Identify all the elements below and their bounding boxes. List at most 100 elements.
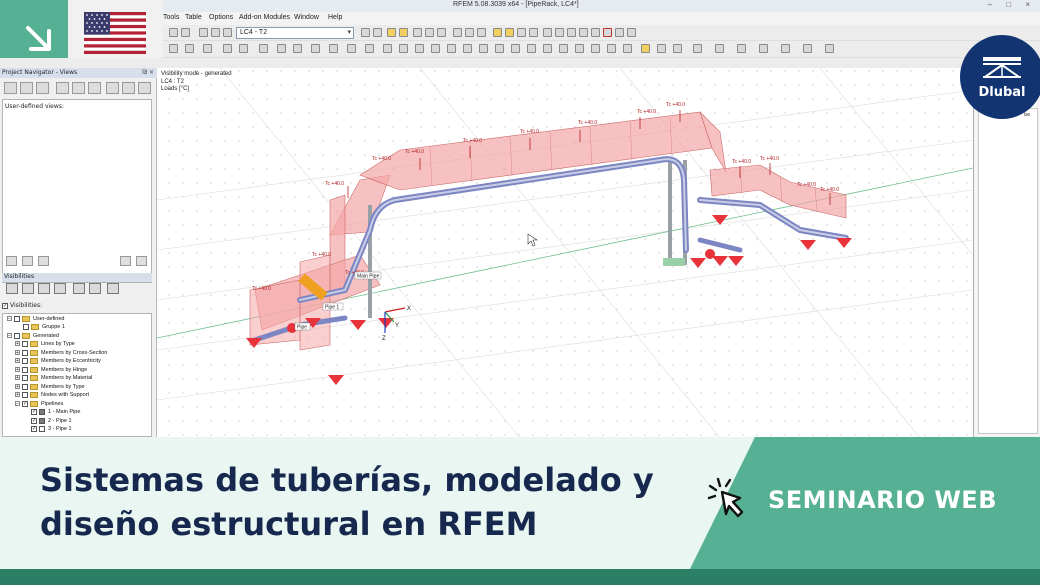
toolbar-button[interactable] [277, 44, 286, 53]
toolbar-button[interactable] [517, 28, 526, 37]
nav-view-button[interactable] [88, 82, 101, 94]
visibility-button[interactable] [89, 283, 101, 294]
visibility-button[interactable] [22, 283, 34, 294]
toolbar-button[interactable] [527, 44, 536, 53]
menu-addon-modules[interactable]: Add-on Modules [239, 14, 290, 21]
toolbar-button[interactable] [477, 28, 486, 37]
menu-options[interactable]: Options [209, 14, 233, 21]
tree-node[interactable]: + Nodes with Support [15, 391, 89, 399]
new-view-button[interactable] [6, 256, 17, 266]
toolbar-button[interactable] [493, 28, 502, 37]
toolbar-button[interactable] [543, 28, 552, 37]
toolbar-button[interactable] [211, 28, 220, 37]
toolbar-button[interactable] [607, 44, 616, 53]
tree-node[interactable]: − Generated [7, 332, 59, 340]
toolbar-button[interactable] [781, 44, 790, 53]
toolbar-button[interactable] [495, 44, 504, 53]
toolbar-button[interactable] [415, 44, 424, 53]
toolbar-button[interactable] [383, 44, 392, 53]
toolbar-button[interactable] [437, 28, 446, 37]
toolbar-button[interactable] [657, 44, 666, 53]
toolbar-button[interactable] [293, 44, 302, 53]
tree-node[interactable]: + Members by Cross-Section [15, 349, 107, 357]
toolbar-button[interactable] [223, 28, 232, 37]
tree-node[interactable]: + Members by Eccentricity [15, 357, 101, 365]
move-view-button[interactable] [120, 256, 131, 266]
previous-load-case-button[interactable] [361, 28, 370, 37]
nav-view-button[interactable] [122, 82, 135, 94]
toolbar-button[interactable] [825, 44, 834, 53]
toolbar-button[interactable] [181, 28, 190, 37]
toolbar-button[interactable] [715, 44, 724, 53]
menu-window[interactable]: Window [294, 14, 319, 21]
toolbar-button[interactable] [347, 44, 356, 53]
nav-view-button[interactable] [138, 82, 151, 94]
nav-view-button[interactable] [36, 82, 49, 94]
visibility-button[interactable] [38, 283, 50, 294]
toolbar-button[interactable] [759, 44, 768, 53]
menu-tools[interactable]: Tools [163, 14, 179, 21]
window-controls[interactable]: – □ × [988, 0, 1036, 9]
nav-view-button[interactable] [72, 82, 85, 94]
toolbar-button[interactable] [169, 44, 178, 53]
toolbar-button[interactable] [431, 44, 440, 53]
toolbar-button[interactable] [803, 44, 812, 53]
visibilities-checkbox[interactable]: ✓ Visibilities: [2, 302, 42, 309]
toolbar-button[interactable] [425, 28, 434, 37]
model-viewport[interactable]: Tc +40.0 Tc +40.0 Tc +40.0 Tc +40.0 Tc +… [157, 68, 973, 438]
toolbar-button[interactable] [365, 44, 374, 53]
toolbar-button[interactable] [559, 44, 568, 53]
toolbar-button[interactable] [399, 28, 408, 37]
model-scene[interactable]: Tc +40.0 Tc +40.0 Tc +40.0 Tc +40.0 Tc +… [157, 68, 973, 438]
visibility-button[interactable] [107, 283, 119, 294]
tree-node[interactable]: − User-defined [7, 315, 65, 323]
toolbar-button[interactable] [591, 28, 600, 37]
visibility-button[interactable] [6, 283, 18, 294]
toolbar-button[interactable] [591, 44, 600, 53]
toolbar-button[interactable] [555, 28, 564, 37]
toolbar-button[interactable] [505, 28, 514, 37]
toolbar-button[interactable] [575, 44, 584, 53]
toolbar-button[interactable] [603, 28, 612, 37]
toolbar-button[interactable] [623, 44, 632, 53]
toolbar-button[interactable] [259, 44, 268, 53]
nav-view-button[interactable] [20, 82, 33, 94]
toolbar-button[interactable] [479, 44, 488, 53]
menu-help[interactable]: Help [328, 14, 342, 21]
toolbar-button[interactable] [627, 28, 636, 37]
load-case-select[interactable]: LC4 - T2 ▾ [236, 27, 354, 39]
toolbar-button[interactable] [447, 44, 456, 53]
toolbar-button[interactable] [413, 28, 422, 37]
delete-view-button[interactable] [136, 256, 147, 266]
us-flag-icon[interactable] [84, 12, 146, 54]
tree-node[interactable]: − ✓ Pipelines [15, 400, 63, 408]
toolbar-button[interactable] [615, 28, 624, 37]
nav-view-button[interactable] [56, 82, 69, 94]
toolbar-button[interactable] [387, 28, 396, 37]
toolbar-button[interactable] [693, 44, 702, 53]
toolbar-button[interactable] [529, 28, 538, 37]
toolbar-button[interactable] [463, 44, 472, 53]
tree-node[interactable]: Gruppe 1 [23, 323, 65, 331]
toolbar-button[interactable] [399, 44, 408, 53]
toolbar-button[interactable] [543, 44, 552, 53]
toolbar-button[interactable] [673, 44, 682, 53]
visibility-button[interactable] [73, 283, 85, 294]
toolbar-button[interactable] [453, 28, 462, 37]
tree-node[interactable]: + Members by Hinge [15, 366, 87, 374]
toolbar-button[interactable] [579, 28, 588, 37]
toolbar-button[interactable] [199, 28, 208, 37]
toolbar-button[interactable] [511, 44, 520, 53]
toolbar-button[interactable] [567, 28, 576, 37]
next-load-case-button[interactable] [373, 28, 382, 37]
toolbar-button[interactable] [465, 28, 474, 37]
toolbar-button[interactable] [239, 44, 248, 53]
toolbar-button[interactable] [185, 44, 194, 53]
tree-node[interactable]: ✓ 3 - Pipe 1 [31, 425, 72, 433]
edit-view-button[interactable] [22, 256, 33, 266]
visibility-button[interactable] [54, 283, 66, 294]
toolbar-button[interactable] [641, 44, 650, 53]
copy-view-button[interactable] [38, 256, 49, 266]
tree-node[interactable]: + Lines by Type [15, 340, 75, 348]
nav-view-button[interactable] [4, 82, 17, 94]
